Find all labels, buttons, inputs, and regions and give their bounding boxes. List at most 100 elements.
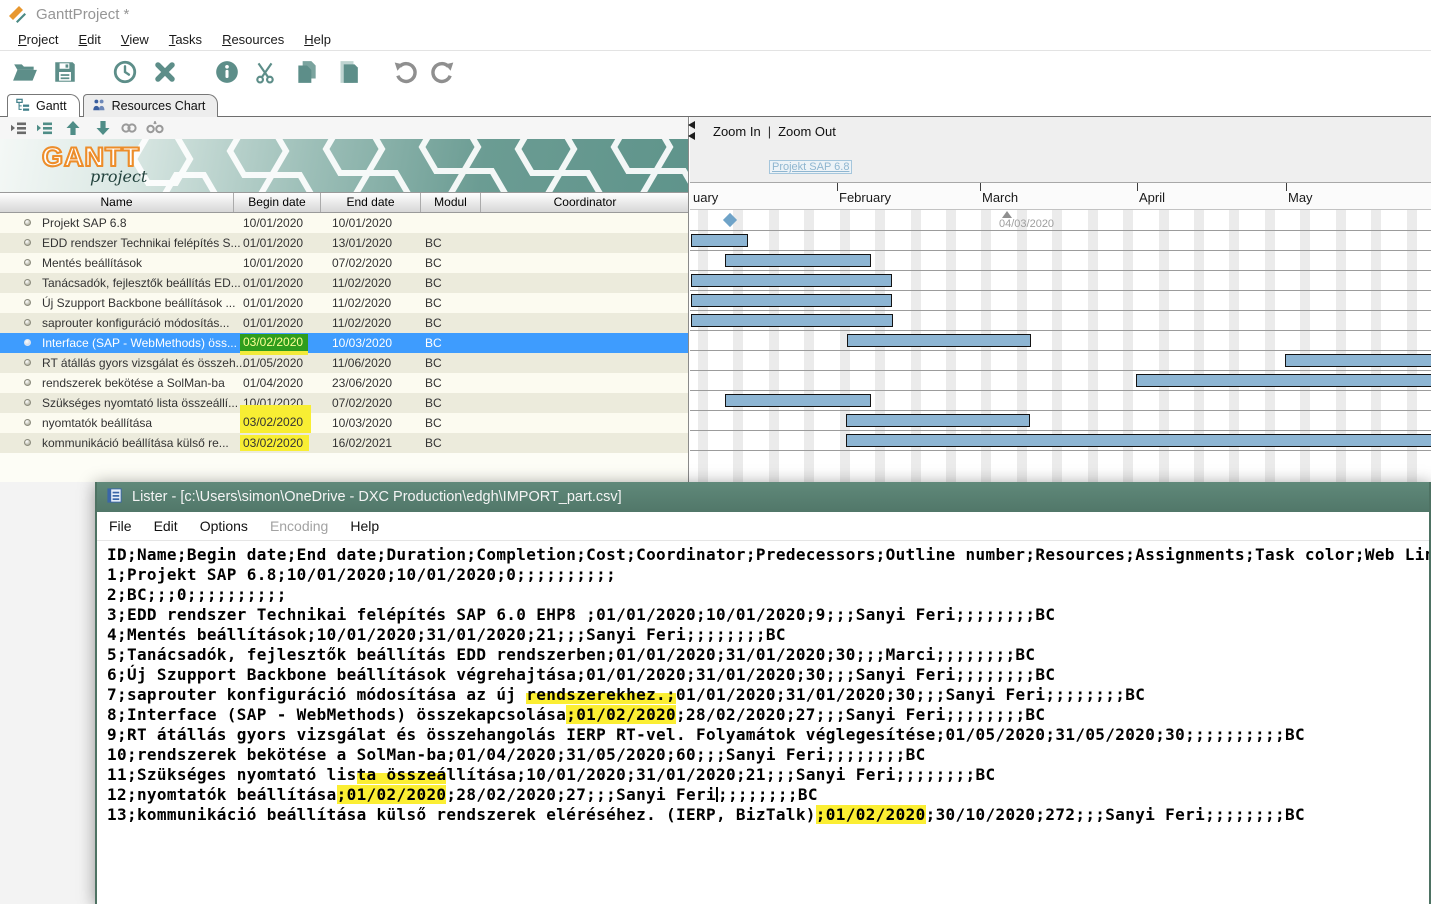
save-icon[interactable] [52,59,78,85]
menu-item-tasks[interactable]: Tasks [159,32,212,47]
table-row[interactable]: saprouter konfiguráció módosítás...01/01… [0,313,688,333]
lister-menu-item-help[interactable]: Help [350,518,379,534]
task-begin-date: 03/02/2020 [240,435,309,451]
table-row[interactable]: EDD rendszer Technikai felépítés S...01/… [0,233,688,253]
link-icon[interactable] [120,119,138,137]
open-folder-icon[interactable] [12,59,38,85]
lister-menu-item-edit[interactable]: Edit [154,518,178,534]
paste-icon[interactable] [334,59,360,85]
column-header-end-date[interactable]: End date [320,193,420,212]
table-row[interactable]: Új Szupport Backbone beállítások ...01/0… [0,293,688,313]
gantt-task-bar[interactable] [691,314,893,327]
table-row[interactable]: nyomtatók beállítása03/02/202010/03/2020… [0,413,688,433]
csv-text: 7;saprouter konfiguráció módosítása az ú… [107,685,526,704]
properties-icon[interactable] [214,59,240,85]
csv-line: 11;Szükséges nyomtató lista összeállítás… [107,765,1429,785]
task-modul: BC [425,393,442,413]
tab-gantt[interactable]: Gantt [7,94,80,117]
task-bullet-icon [24,439,31,446]
csv-text: ID;Name;Begin date;End date;Duration;Com… [107,545,1429,564]
move-up-icon[interactable] [64,119,82,137]
menu-item-help[interactable]: Help [294,32,341,47]
table-row[interactable]: Projekt SAP 6.810/01/202010/01/2020 [0,213,688,233]
zoom-in-link[interactable]: Zoom In [713,124,761,139]
ganttproject-banner: GANTT project [0,139,688,192]
panel-splitter[interactable] [688,121,695,143]
gantt-task-bar[interactable] [846,414,1030,427]
task-begin-date: 10/01/2020 [243,213,303,233]
gantt-task-bar[interactable] [691,294,892,307]
titlebar[interactable]: GanttProject * [0,0,1431,28]
table-row[interactable]: Tanácsadók, fejlesztők beállítás ED...01… [0,273,688,293]
cut-icon[interactable] [252,59,278,85]
lister-menu-item-file[interactable]: File [109,518,132,534]
highlighted-text: rendszerekhez.; [526,685,676,704]
task-name: Projekt SAP 6.8 [42,213,127,233]
project-task-label[interactable]: Projekt SAP 6.8 [769,160,852,174]
menu-item-view[interactable]: View [111,32,159,47]
move-down-icon[interactable] [94,119,112,137]
gantt-task-bar[interactable] [691,234,748,247]
chart-body[interactable]: 04/03/2020 [690,210,1431,482]
task-bullet-icon [24,419,31,426]
delete-icon[interactable] [152,59,178,85]
column-header-begin-date[interactable]: Begin date [233,193,320,212]
background-area [0,482,95,904]
task-bullet-icon [24,359,31,366]
lister-titlebar[interactable]: Lister - [c:\Users\simon\OneDrive - DXC … [97,482,1429,512]
menu-item-edit[interactable]: Edit [68,32,110,47]
table-row[interactable]: Szükséges nyomtató lista összeállí...10/… [0,393,688,413]
task-modul: BC [425,293,442,313]
month-tick [980,183,981,191]
gantt-task-bar[interactable] [691,274,892,287]
task-modul: BC [425,373,442,393]
table-row[interactable]: Interface (SAP - WebMethods) öss...03/02… [0,333,688,353]
gantt-task-bar[interactable] [725,394,871,407]
tab-resources-chart[interactable]: Resources Chart [83,94,219,117]
indent-icon[interactable] [36,119,54,137]
month-label: April [1139,190,1165,205]
table-row[interactable]: rendszerek bekötése a SolMan-ba01/04/202… [0,373,688,393]
column-header-coordinator[interactable]: Coordinator [480,193,689,212]
chart-top-bar: Zoom In | Zoom Out Projekt SAP 6.8 [690,117,1431,182]
task-end-date: 07/02/2020 [332,393,392,413]
task-begin-date: 03/02/2020 [240,334,308,351]
row-gridline [690,290,1431,291]
task-bullet-icon [24,339,31,346]
gantt-task-bar[interactable] [725,254,871,267]
task-name: RT átállás gyors vizsgálat és összeh... [42,353,246,373]
gantt-task-bar[interactable] [847,334,1031,347]
zoom-separator: | [768,124,771,139]
csv-text: 9;RT átállás gyors vizsgálat és összehan… [107,725,1305,744]
month-label: February [839,190,891,205]
lister-content[interactable]: ID;Name;Begin date;End date;Duration;Com… [97,541,1429,904]
gantt-task-bar[interactable] [846,434,1431,447]
zoom-out-link[interactable]: Zoom Out [778,124,836,139]
redo-icon[interactable] [430,59,456,85]
csv-text: 8;Interface (SAP - WebMethods) összekapc… [107,705,566,724]
table-header: NameBegin dateEnd dateModulCoordinator [0,192,688,213]
task-end-date: 07/02/2020 [332,253,392,273]
marker-triangle-icon [1002,211,1012,218]
row-gridline [690,450,1431,451]
clock-icon[interactable] [112,59,138,85]
task-name: Új Szupport Backbone beállítások ... [42,293,235,313]
unindent-icon[interactable] [10,119,28,137]
menu-item-project[interactable]: Project [8,32,68,47]
table-row[interactable]: Mentés beállítások10/01/202007/02/2020BC [0,253,688,273]
menu-item-resources[interactable]: Resources [212,32,294,47]
lister-menu-item-options[interactable]: Options [200,518,248,534]
column-header-name[interactable]: Name [0,193,233,212]
gantt-task-bar[interactable] [1136,374,1431,387]
table-row[interactable]: RT átállás gyors vizsgálat és összeh...0… [0,353,688,373]
unlink-icon[interactable] [146,119,164,137]
column-header-modul[interactable]: Modul [420,193,480,212]
task-bullet-icon [24,399,31,406]
lister-menubar: File Edit Options Encoding Help [97,512,1429,541]
gantt-task-bar[interactable] [1285,354,1431,367]
undo-icon[interactable] [392,59,418,85]
row-gridline [690,350,1431,351]
lister-menu-item-encoding: Encoding [270,518,328,534]
copy-icon[interactable] [294,59,320,85]
table-row[interactable]: kommunikáció beállítása külső re...03/02… [0,433,688,453]
